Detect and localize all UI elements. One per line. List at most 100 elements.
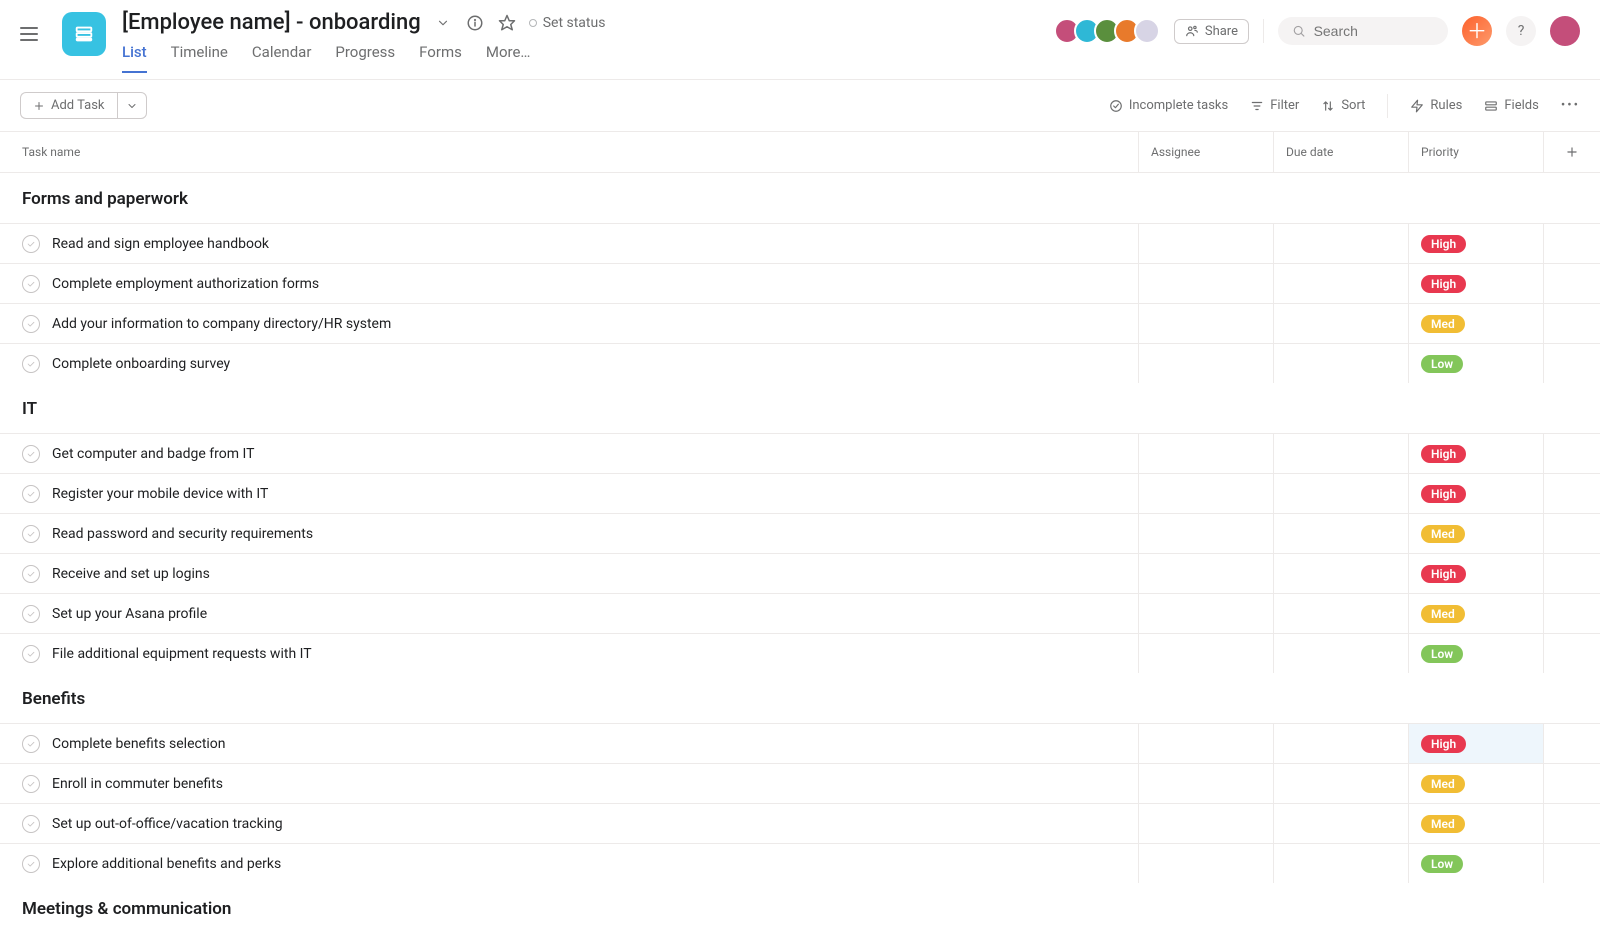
section-header[interactable]: IT [0, 383, 1600, 433]
due-date-cell[interactable] [1274, 724, 1409, 763]
info-icon[interactable] [465, 13, 485, 33]
section-header[interactable]: Benefits [0, 673, 1600, 723]
task-cell[interactable]: Enroll in commuter benefits [0, 764, 1139, 803]
due-date-cell[interactable] [1274, 434, 1409, 473]
due-date-cell[interactable] [1274, 594, 1409, 633]
task-cell[interactable]: Read password and security requirements [0, 514, 1139, 553]
task-cell[interactable]: Set up out-of-office/vacation tracking [0, 804, 1139, 843]
task-cell[interactable]: Register your mobile device with IT [0, 474, 1139, 513]
complete-checkbox[interactable] [22, 735, 40, 753]
due-date-cell[interactable] [1274, 264, 1409, 303]
due-date-cell[interactable] [1274, 764, 1409, 803]
incomplete-tasks-filter[interactable]: Incomplete tasks [1109, 98, 1228, 113]
assignee-cell[interactable] [1139, 264, 1274, 303]
due-date-cell[interactable] [1274, 474, 1409, 513]
tab-forms[interactable]: Forms [419, 43, 462, 73]
due-date-cell[interactable] [1274, 224, 1409, 263]
assignee-cell[interactable] [1139, 634, 1274, 673]
task-row[interactable]: Get computer and badge from IT High [0, 433, 1600, 473]
task-cell[interactable]: Get computer and badge from IT [0, 434, 1139, 473]
section-header[interactable]: Forms and paperwork [0, 173, 1600, 223]
due-date-cell[interactable] [1274, 554, 1409, 593]
task-row[interactable]: Add your information to company director… [0, 303, 1600, 343]
assignee-cell[interactable] [1139, 554, 1274, 593]
complete-checkbox[interactable] [22, 605, 40, 623]
priority-cell[interactable]: Low [1409, 844, 1544, 883]
search-input[interactable] [1314, 23, 1434, 39]
due-date-cell[interactable] [1274, 634, 1409, 673]
add-column-button[interactable] [1544, 132, 1600, 172]
assignee-cell[interactable] [1139, 224, 1274, 263]
task-row[interactable]: Set up out-of-office/vacation tracking Me… [0, 803, 1600, 843]
task-cell[interactable]: Read and sign employee handbook [0, 224, 1139, 263]
complete-checkbox[interactable] [22, 815, 40, 833]
complete-checkbox[interactable] [22, 235, 40, 253]
project-title[interactable]: [Employee name] - onboarding [122, 10, 421, 35]
tab-progress[interactable]: Progress [335, 43, 395, 73]
complete-checkbox[interactable] [22, 775, 40, 793]
priority-cell[interactable]: High [1409, 554, 1544, 593]
task-cell[interactable]: File additional equipment requests with … [0, 634, 1139, 673]
assignee-cell[interactable] [1139, 434, 1274, 473]
task-row[interactable]: Register your mobile device with ITHigh [0, 473, 1600, 513]
priority-cell[interactable]: High [1409, 224, 1544, 263]
priority-cell[interactable]: High [1409, 724, 1544, 763]
complete-checkbox[interactable] [22, 525, 40, 543]
task-cell[interactable]: Complete benefits selection [0, 724, 1139, 763]
set-status[interactable]: Set status [529, 15, 606, 31]
assignee-cell[interactable] [1139, 344, 1274, 383]
column-header-assignee[interactable]: Assignee [1139, 132, 1274, 172]
add-task-button[interactable]: Add Task [20, 92, 117, 119]
due-date-cell[interactable] [1274, 344, 1409, 383]
task-row[interactable]: Complete benefits selection High [0, 723, 1600, 763]
global-add-button[interactable]: ＋ [1462, 16, 1492, 46]
priority-cell[interactable]: High [1409, 264, 1544, 303]
sort-button[interactable]: Sort [1321, 98, 1365, 113]
section-header[interactable]: Meetings & communication [0, 883, 1600, 933]
priority-cell[interactable]: High [1409, 434, 1544, 473]
priority-cell[interactable]: Med [1409, 514, 1544, 553]
project-icon[interactable] [62, 12, 106, 56]
chevron-down-icon[interactable] [433, 13, 453, 33]
task-row[interactable]: Complete employment authorization forms H… [0, 263, 1600, 303]
search-input-wrapper[interactable] [1278, 17, 1448, 45]
share-button[interactable]: Share [1174, 19, 1249, 44]
task-cell[interactable]: Complete employment authorization forms [0, 264, 1139, 303]
complete-checkbox[interactable] [22, 355, 40, 373]
complete-checkbox[interactable] [22, 645, 40, 663]
more-actions[interactable]: ••• [1561, 98, 1580, 113]
column-header-due[interactable]: Due date [1274, 132, 1409, 172]
due-date-cell[interactable] [1274, 804, 1409, 843]
assignee-cell[interactable] [1139, 514, 1274, 553]
star-icon[interactable] [497, 13, 517, 33]
task-cell[interactable]: Explore additional benefits and perks [0, 844, 1139, 883]
avatar-stack[interactable] [1054, 18, 1160, 44]
priority-cell[interactable]: Med [1409, 804, 1544, 843]
complete-checkbox[interactable] [22, 315, 40, 333]
complete-checkbox[interactable] [22, 855, 40, 873]
task-cell[interactable]: Add your information to company director… [0, 304, 1139, 343]
task-row[interactable]: File additional equipment requests with … [0, 633, 1600, 673]
complete-checkbox[interactable] [22, 485, 40, 503]
assignee-cell[interactable] [1139, 764, 1274, 803]
member-avatar[interactable] [1134, 18, 1160, 44]
task-row[interactable]: Explore additional benefits and perks Low [0, 843, 1600, 883]
assignee-cell[interactable] [1139, 594, 1274, 633]
task-cell[interactable]: Set up your Asana profile [0, 594, 1139, 633]
complete-checkbox[interactable] [22, 565, 40, 583]
column-header-priority[interactable]: Priority [1409, 132, 1544, 172]
tab-calendar[interactable]: Calendar [252, 43, 312, 73]
assignee-cell[interactable] [1139, 844, 1274, 883]
user-avatar[interactable] [1550, 16, 1580, 46]
priority-cell[interactable]: Med [1409, 304, 1544, 343]
task-cell[interactable]: Receive and set up logins [0, 554, 1139, 593]
task-row[interactable]: Complete onboarding surveyLow [0, 343, 1600, 383]
priority-cell[interactable]: Low [1409, 634, 1544, 673]
assignee-cell[interactable] [1139, 474, 1274, 513]
assignee-cell[interactable] [1139, 804, 1274, 843]
tab-timeline[interactable]: Timeline [171, 43, 228, 73]
rules-button[interactable]: Rules [1410, 98, 1462, 113]
task-row[interactable]: Set up your Asana profileMed [0, 593, 1600, 633]
sidebar-toggle[interactable] [20, 22, 44, 46]
help-button[interactable]: ? [1506, 16, 1536, 46]
